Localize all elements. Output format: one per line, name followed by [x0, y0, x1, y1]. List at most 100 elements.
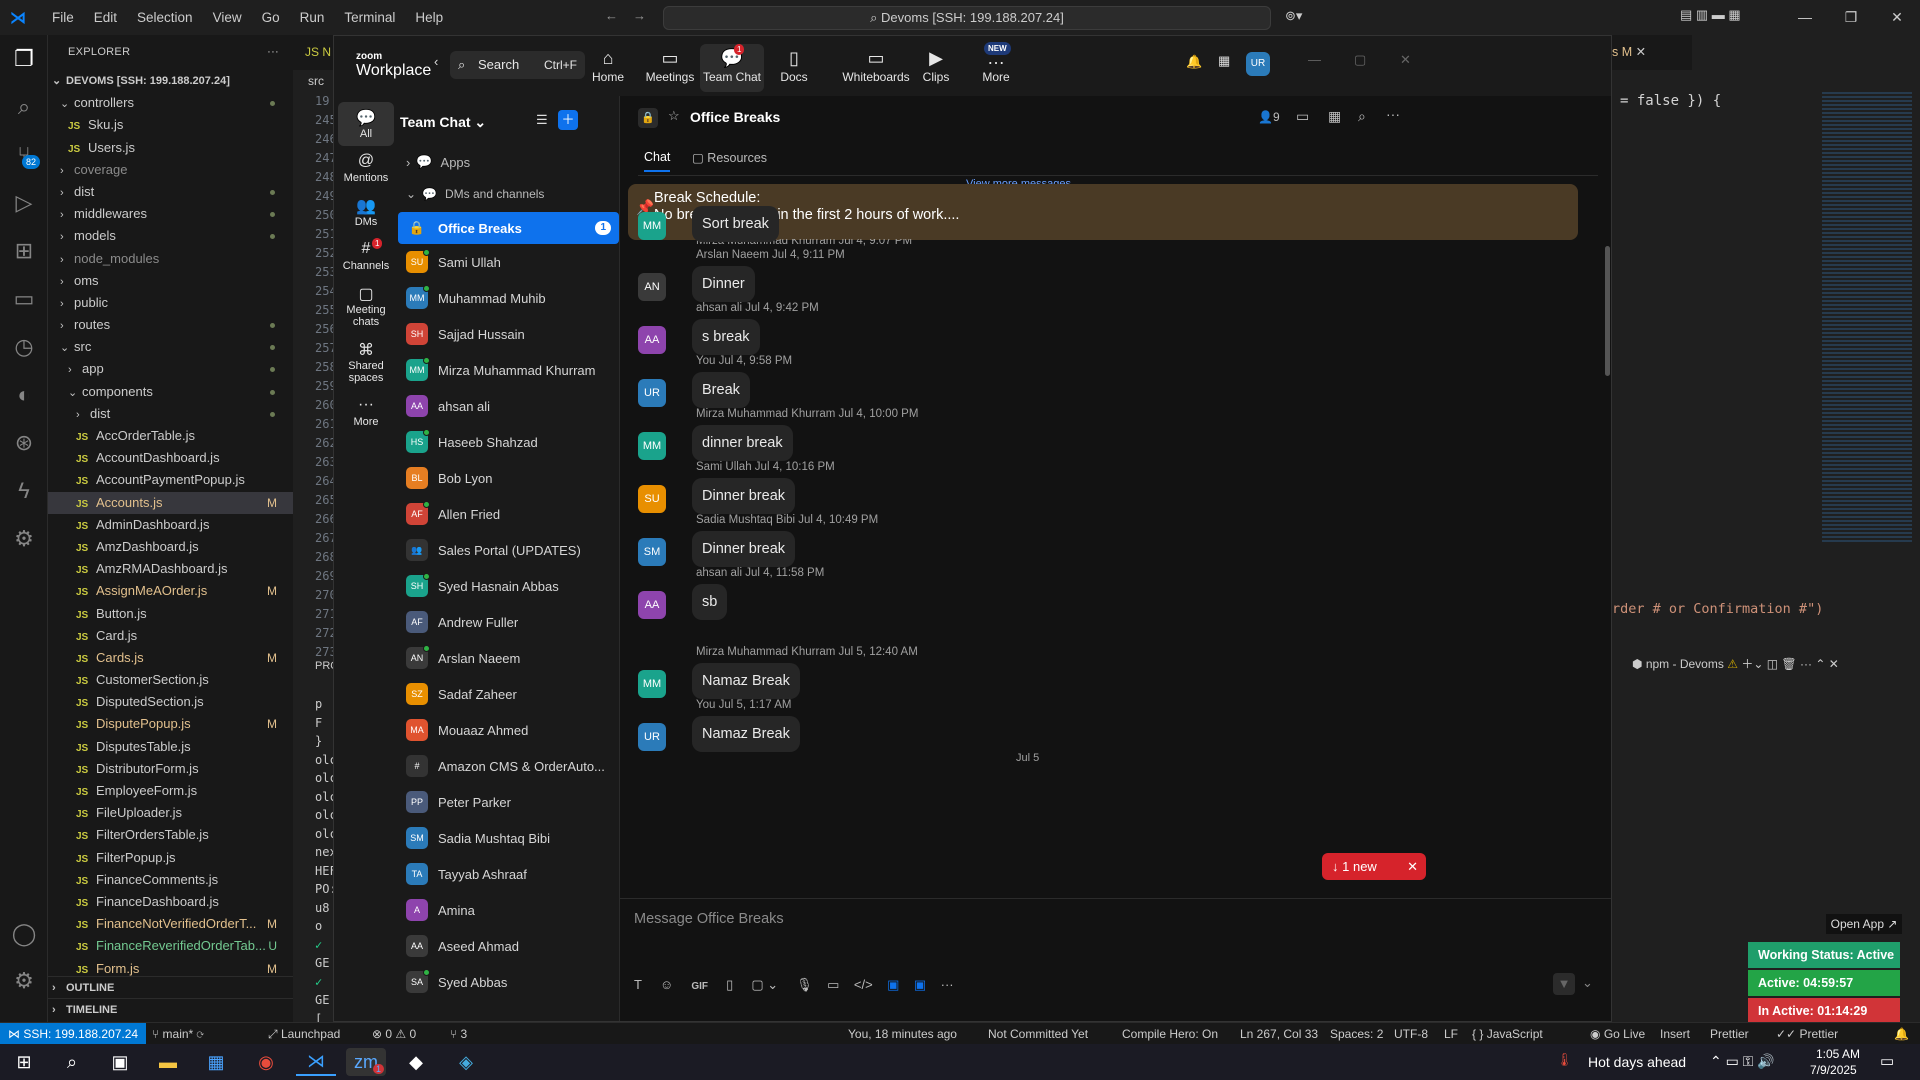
nav-forward-icon[interactable]: → — [633, 8, 646, 23]
chat-list-item[interactable]: SA Syed Abbas — [398, 964, 619, 1000]
file-item[interactable]: JS EmployeeForm.js — [48, 780, 293, 802]
video-call-icon[interactable]: ▭ — [1296, 108, 1309, 125]
filter-icon[interactable]: ☰ — [536, 112, 548, 128]
file-item[interactable]: JS FinanceNotVerifiedOrderT... M — [48, 913, 293, 935]
menu-item[interactable]: Go — [252, 0, 290, 35]
menu-item[interactable]: View — [203, 0, 252, 35]
chat-list-title[interactable]: Team Chat ⌄ — [400, 114, 486, 131]
nav-clips[interactable]: ▶ Clips — [904, 44, 968, 92]
copilot-icon[interactable]: ⊚▾ — [1285, 8, 1302, 24]
workspace-root[interactable]: ⌄ DEVOMS [SSH: 199.188.207.24] — [48, 70, 293, 92]
file-item[interactable]: JS DisputedSection.js — [48, 691, 293, 713]
run-debug-icon[interactable]: ▷ — [0, 179, 48, 227]
chat-list-item[interactable]: MM Mirza Muhammad Khurram — [398, 352, 619, 388]
commit-status[interactable]: Not Committed Yet — [988, 1023, 1088, 1045]
file-item[interactable]: JS Users.js — [48, 137, 293, 159]
folder-item[interactable]: › app — [48, 358, 293, 380]
docker-icon[interactable]: ⊛ — [0, 419, 48, 467]
weather-text[interactable]: Hot days ahead — [1588, 1054, 1686, 1070]
layout-icon[interactable]: ▤ ▥ ▬ ▦ — [1680, 7, 1741, 23]
menu-item[interactable]: Terminal — [334, 0, 405, 35]
rail-all[interactable]: 💬 All — [338, 102, 394, 146]
menu-item[interactable]: Run — [290, 0, 335, 35]
chat-list-item[interactable]: TA Tayyab Ashraaf — [398, 856, 619, 892]
python-icon[interactable]: ⚙ — [0, 515, 48, 563]
chat-list-item[interactable]: 👥 Sales Portal (UPDATES) — [398, 532, 619, 568]
file-item[interactable]: JS Button.js — [48, 603, 293, 625]
prettier-2[interactable]: ✓✓ Prettier — [1776, 1023, 1838, 1045]
eol[interactable]: LF — [1444, 1023, 1458, 1045]
folder-item[interactable]: › middlewares — [48, 203, 293, 225]
folder-item[interactable]: › node_modules — [48, 248, 293, 270]
chat-item-selected[interactable]: 🔒 Office Breaks 1 — [398, 212, 619, 244]
format-icon[interactable]: T — [634, 977, 642, 992]
app-icon[interactable]: ◆ — [396, 1048, 436, 1076]
restore-icon[interactable]: ❐ — [1828, 0, 1874, 35]
app-icon-2[interactable]: ◈ — [446, 1048, 486, 1076]
cursor-position[interactable]: Ln 267, Col 33 — [1240, 1023, 1318, 1045]
scrollbar[interactable] — [1605, 246, 1610, 376]
rail-dms[interactable]: 👥 DMs — [338, 190, 394, 234]
rail-more[interactable]: ··· More — [338, 390, 394, 434]
file-explorer-icon[interactable]: ▬ — [148, 1048, 188, 1076]
gitlens-icon[interactable]: ◐ — [0, 371, 48, 419]
chat-list-item[interactable]: MM Muhammad Muhib — [398, 280, 619, 316]
chat-list-item[interactable]: # Amazon CMS & OrderAuto... — [398, 748, 619, 784]
chat-list-item[interactable]: SZ Sadaf Zaheer — [398, 676, 619, 712]
folder-item[interactable]: › models — [48, 225, 293, 247]
encoding[interactable]: UTF-8 — [1394, 1023, 1428, 1045]
back-icon[interactable]: ‹ — [434, 54, 438, 69]
attach-file-icon[interactable]: ▯ — [726, 977, 733, 992]
ports[interactable]: ⑂ 3 — [450, 1023, 467, 1045]
chat-list-item[interactable]: A Amina — [398, 892, 619, 928]
chat-list-item[interactable]: AN Arslan Naeem — [398, 640, 619, 676]
terminal-name[interactable]: npm - Devoms — [1646, 657, 1724, 671]
bell-icon[interactable]: 🔔 — [1894, 1023, 1909, 1045]
gif-icon[interactable]: GIF — [691, 981, 708, 992]
send-options-icon[interactable]: ⌄ — [1582, 975, 1593, 991]
file-item[interactable]: JS Cards.js M — [48, 647, 293, 669]
notification-bell-icon[interactable]: 🔔 — [1186, 54, 1202, 70]
code-icon[interactable]: </> — [854, 977, 873, 992]
thunder-icon[interactable]: ϟ — [0, 467, 48, 515]
channel-title[interactable]: Office Breaks — [690, 109, 780, 125]
split-icon[interactable]: ◫ — [1767, 657, 1778, 671]
chat-list-item[interactable]: BL Bob Lyon — [398, 460, 619, 496]
file-item[interactable]: JS AccountDashboard.js — [48, 447, 293, 469]
file-item[interactable]: JS DisputesTable.js — [48, 736, 293, 758]
app-icon[interactable]: ▣ — [887, 977, 899, 992]
dms-channels-section[interactable]: ⌄ 💬 DMs and channels — [398, 178, 619, 210]
screenshot-icon[interactable]: ▢ ⌄ — [751, 977, 778, 992]
source-control-icon[interactable]: ⑂ 82 — [0, 131, 48, 179]
chat-list-item[interactable]: SU Sami Ullah — [398, 244, 619, 280]
tab-chat[interactable]: Chat — [644, 150, 671, 172]
close-pill-icon[interactable]: ✕ — [1407, 853, 1418, 880]
vscode-taskbar-icon[interactable]: ⋊ — [296, 1048, 336, 1076]
file-item[interactable]: JS Card.js — [48, 625, 293, 647]
menu-item[interactable]: Edit — [84, 0, 127, 35]
problems[interactable]: ⊗ 0 ⚠ 0 — [372, 1023, 416, 1045]
file-item[interactable]: JS AccountPaymentPopup.js — [48, 469, 293, 491]
zoom-taskbar-icon[interactable]: zm 1 — [346, 1048, 386, 1076]
explorer-icon[interactable]: ❐ — [0, 35, 48, 83]
file-item[interactable]: JS FinanceComments.js — [48, 869, 293, 891]
user-avatar[interactable]: UR — [1246, 52, 1270, 76]
zoom-search[interactable]: ⌕ Search Ctrl+F — [450, 51, 585, 79]
nav-team-chat[interactable]: 💬 1 Team Chat — [700, 44, 764, 92]
folder-item[interactable]: › oms — [48, 270, 293, 292]
nav-home[interactable]: ⌂ Home — [576, 44, 640, 92]
app-icon-2[interactable]: ▣ — [914, 977, 926, 992]
chat-list-item[interactable]: AF Allen Fried — [398, 496, 619, 532]
more-icon[interactable]: ··· — [1800, 657, 1812, 671]
file-item[interactable]: JS FileUploader.js — [48, 802, 293, 824]
go-live[interactable]: ◉ Go Live — [1590, 1023, 1645, 1045]
trash-icon[interactable]: 🗑 — [1781, 657, 1796, 671]
clock-time[interactable]: 1:05 AM — [1816, 1047, 1860, 1061]
chat-list-item[interactable]: AF Andrew Fuller — [398, 604, 619, 640]
tab-resources[interactable]: ▢ Resources — [692, 150, 767, 165]
menu-item[interactable]: Help — [405, 0, 453, 35]
maximize-icon[interactable]: ▢ — [1354, 52, 1366, 68]
settings-gear-icon[interactable]: ⚙ — [0, 957, 48, 1005]
new-chat-button[interactable]: ＋ — [558, 110, 578, 130]
message-input[interactable]: Message Office Breaks — [634, 911, 784, 927]
